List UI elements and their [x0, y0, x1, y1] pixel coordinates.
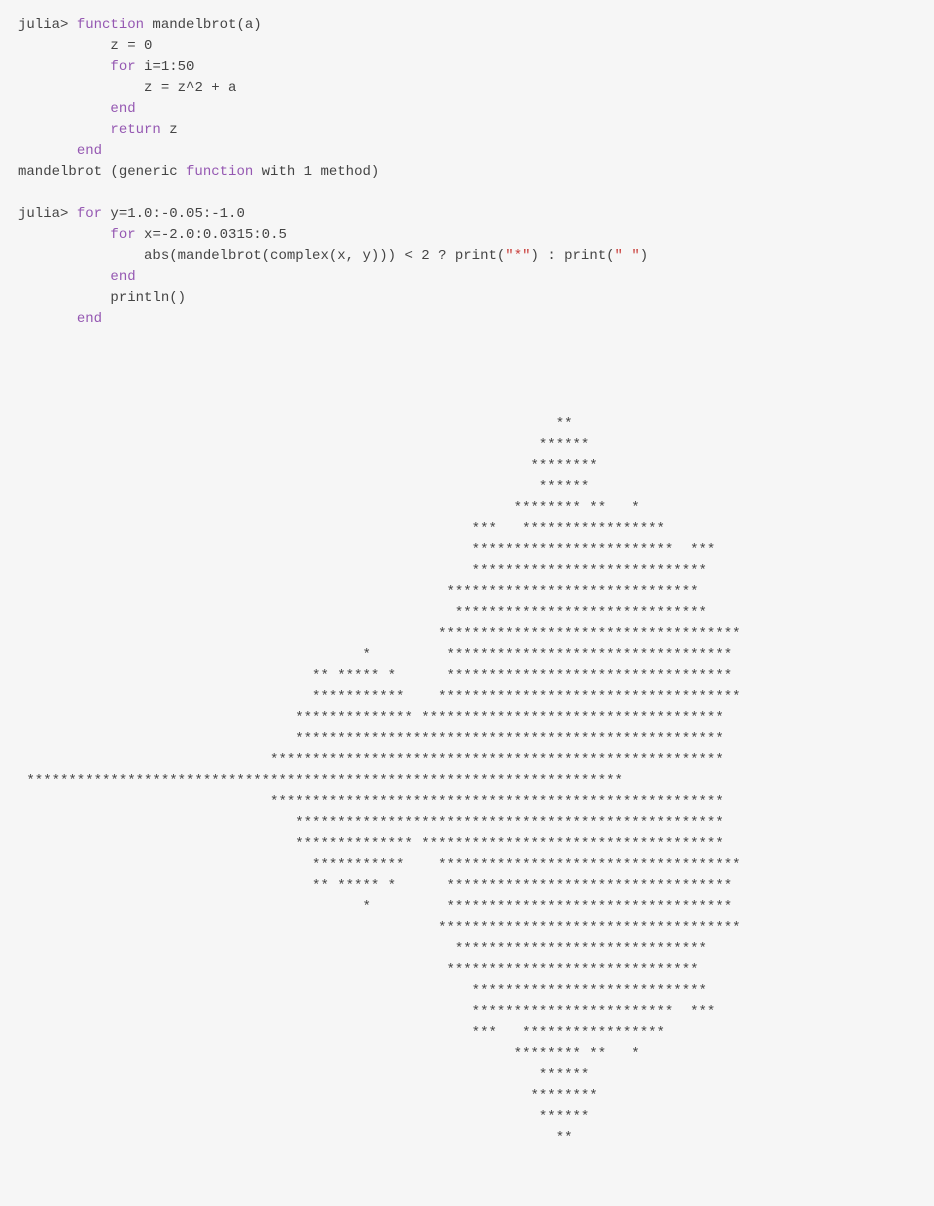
code-text: abs(mandelbrot(complex(x, y))) < 2 ? pri… [144, 248, 505, 264]
indent [18, 248, 144, 264]
mandelbrot-output: ** ****** ******** [18, 351, 916, 1191]
code-text: z = z^2 + a [144, 80, 236, 96]
code-text: y=1.0:-0.05:-1.0 [102, 206, 245, 222]
keyword-function: function [77, 17, 144, 33]
keyword-end: end [77, 143, 102, 159]
code-text: ) : print( [531, 248, 615, 264]
code-text: i=1:50 [136, 59, 195, 75]
code-text: ) [640, 248, 648, 264]
output-text: with 1 method) [253, 164, 379, 180]
keyword-end: end [77, 311, 102, 327]
indent [18, 290, 110, 306]
code-text: mandelbrot(a) [144, 17, 262, 33]
string-literal: "*" [505, 248, 530, 264]
code-block-2: julia> for y=1.0:-0.05:-1.0 for x=-2.0:0… [18, 204, 916, 330]
indent [18, 269, 110, 285]
output-text: mandelbrot (generic [18, 164, 186, 180]
indent [18, 59, 110, 75]
code-text: x=-2.0:0.0315:0.5 [136, 227, 287, 243]
indent [18, 122, 110, 138]
code-text: z [161, 122, 178, 138]
keyword-return: return [110, 122, 160, 138]
indent [18, 311, 77, 327]
code-text: println() [110, 290, 186, 306]
indent [18, 38, 110, 54]
indent [18, 143, 77, 159]
keyword-for: for [77, 206, 102, 222]
indent [18, 101, 110, 117]
code-text: z = 0 [110, 38, 152, 54]
indent [18, 80, 144, 96]
keyword-end: end [110, 101, 135, 117]
code-block-1: julia> function mandelbrot(a) z = 0 for … [18, 15, 916, 183]
prompt: julia> [18, 17, 77, 33]
keyword-end: end [110, 269, 135, 285]
keyword-for: for [110, 59, 135, 75]
string-literal: " " [615, 248, 640, 264]
prompt: julia> [18, 206, 77, 222]
keyword-function: function [186, 164, 253, 180]
indent [18, 227, 110, 243]
keyword-for: for [110, 227, 135, 243]
